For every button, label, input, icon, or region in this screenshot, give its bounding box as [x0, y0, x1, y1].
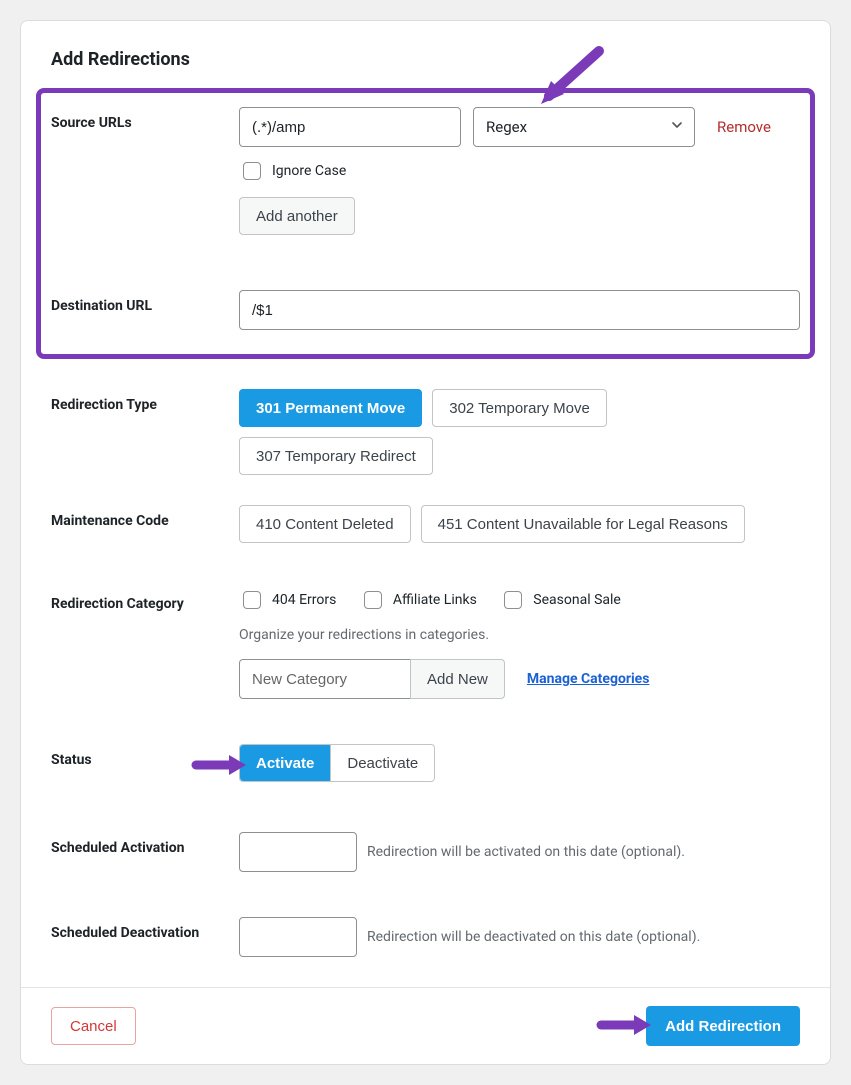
redirect-307-button[interactable]: 307 Temporary Redirect	[239, 437, 433, 475]
redirection-type-label: Redirection Type	[51, 389, 239, 413]
match-type-select[interactable]: Regex	[473, 107, 695, 147]
add-redirection-button[interactable]: Add Redirection	[646, 1006, 800, 1046]
category-help-text: Organize your redirections in categories…	[239, 627, 800, 643]
scheduled-activation-help: Redirection will be activated on this da…	[367, 844, 685, 860]
page-title: Add Redirections	[51, 49, 800, 70]
add-another-button[interactable]: Add another	[239, 197, 355, 235]
scheduled-activation-label: Scheduled Activation	[51, 832, 239, 856]
cat-seasonal-checkbox[interactable]	[504, 591, 522, 609]
destination-url-row: Destination URL	[51, 290, 800, 330]
new-category-input[interactable]	[239, 659, 411, 699]
category-add-row: Add New Manage Categories	[239, 659, 800, 699]
ignore-case-checkbox[interactable]	[243, 162, 261, 180]
destination-url-controls	[239, 290, 800, 330]
redirection-category-row: Redirection Category 404 Errors Affiliat…	[51, 588, 800, 699]
chevron-down-icon	[670, 118, 684, 136]
destination-url-label: Destination URL	[51, 290, 239, 314]
scheduled-deactivation-input[interactable]	[239, 917, 357, 957]
source-url-input-row: Regex Remove	[239, 107, 800, 147]
cat-affiliate-row[interactable]: Affiliate Links	[360, 588, 477, 612]
scheduled-deactivation-row: Scheduled Deactivation Redirection will …	[51, 917, 800, 957]
redirection-type-row: Redirection Type 301 Permanent Move 302 …	[51, 389, 800, 475]
activate-button[interactable]: Activate	[240, 745, 330, 781]
maintenance-code-label: Maintenance Code	[51, 505, 239, 529]
cat-seasonal-label: Seasonal Sale	[533, 592, 621, 608]
maint-410-button[interactable]: 410 Content Deleted	[239, 505, 411, 543]
card-body: Add Redirections Source URLs Regex	[21, 21, 830, 987]
cat-404-row[interactable]: 404 Errors	[239, 588, 336, 612]
redirect-301-button[interactable]: 301 Permanent Move	[239, 389, 422, 427]
ignore-case-label: Ignore Case	[272, 163, 346, 179]
scheduled-deactivation-controls: Redirection will be deactivated on this …	[239, 917, 800, 957]
add-new-category-button[interactable]: Add New	[410, 659, 505, 699]
cat-affiliate-label: Affiliate Links	[393, 592, 477, 608]
status-controls: Activate Deactivate	[239, 744, 800, 782]
cat-404-checkbox[interactable]	[243, 591, 261, 609]
match-type-select-wrap: Regex	[473, 107, 695, 147]
scheduled-activation-input[interactable]	[239, 832, 357, 872]
redirection-category-controls: 404 Errors Affiliate Links Seasonal Sale…	[239, 588, 800, 699]
scheduled-activation-controls: Redirection will be activated on this da…	[239, 832, 800, 872]
maintenance-code-row: Maintenance Code 410 Content Deleted 451…	[51, 505, 800, 543]
source-urls-row: Source URLs Regex Remove	[51, 107, 800, 235]
manage-categories-link[interactable]: Manage Categories	[527, 671, 650, 687]
cat-seasonal-row[interactable]: Seasonal Sale	[500, 588, 621, 612]
deactivate-button[interactable]: Deactivate	[330, 745, 434, 781]
card-footer: Cancel Add Redirection	[21, 987, 830, 1064]
redirect-302-button[interactable]: 302 Temporary Move	[432, 389, 607, 427]
cat-404-label: 404 Errors	[272, 592, 336, 608]
maint-451-button[interactable]: 451 Content Unavailable for Legal Reason…	[421, 505, 745, 543]
add-redirections-card: Add Redirections Source URLs Regex	[20, 20, 831, 1065]
status-row: Status Activate Deactivate	[51, 744, 800, 782]
source-url-input[interactable]	[239, 107, 461, 147]
cancel-button[interactable]: Cancel	[51, 1007, 136, 1045]
match-type-value: Regex	[486, 118, 527, 136]
ignore-case-row[interactable]: Ignore Case	[239, 159, 800, 183]
status-label: Status	[51, 744, 239, 768]
redirection-category-label: Redirection Category	[51, 588, 239, 612]
scheduled-activation-row: Scheduled Activation Redirection will be…	[51, 832, 800, 872]
source-urls-controls: Regex Remove Ignore Case Add another	[239, 107, 800, 235]
remove-source-link[interactable]: Remove	[717, 118, 771, 136]
category-checkbox-group: 404 Errors Affiliate Links Seasonal Sale	[239, 588, 800, 613]
source-destination-highlight: Source URLs Regex Remove	[36, 88, 815, 359]
scheduled-deactivation-help: Redirection will be deactivated on this …	[367, 929, 700, 945]
destination-url-input[interactable]	[239, 290, 800, 330]
maintenance-code-group: 410 Content Deleted 451 Content Unavaila…	[239, 505, 800, 543]
scheduled-deactivation-label: Scheduled Deactivation	[51, 917, 239, 941]
cat-affiliate-checkbox[interactable]	[364, 591, 382, 609]
status-toggle-group: Activate Deactivate	[239, 744, 435, 782]
redirection-type-group: 301 Permanent Move 302 Temporary Move 30…	[239, 389, 800, 475]
source-urls-label: Source URLs	[51, 107, 239, 131]
